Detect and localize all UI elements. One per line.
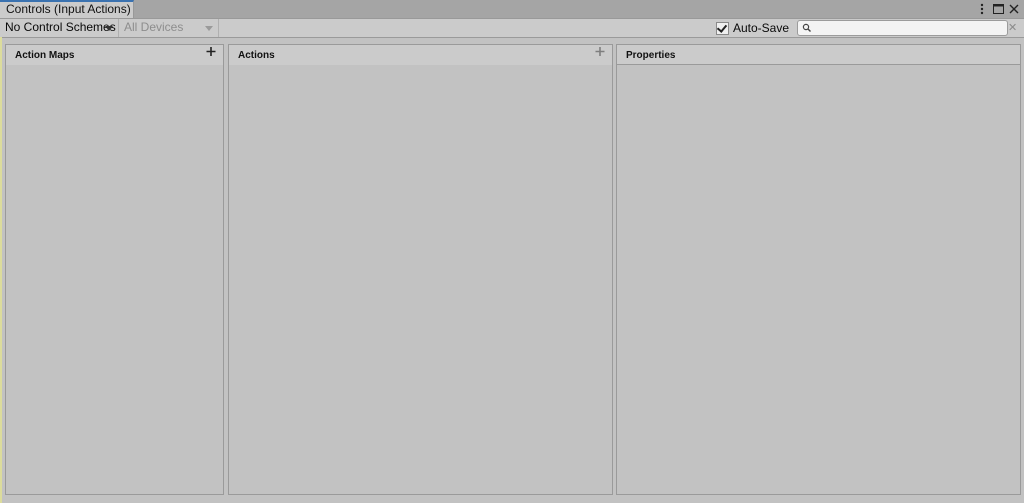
control-scheme-dropdown[interactable]: No Control Schemes <box>0 19 119 37</box>
add-action-map-icon[interactable] <box>205 45 217 59</box>
search-input[interactable] <box>814 21 1002 35</box>
close-icon[interactable] <box>1008 2 1020 16</box>
window-controls <box>976 1 1020 17</box>
chevron-down-icon <box>105 26 113 31</box>
autosave-checkbox[interactable] <box>716 21 729 35</box>
chevron-down-icon <box>205 26 213 31</box>
search-clear-icon[interactable]: ✕ <box>1008 21 1018 35</box>
autosave-toggle[interactable]: Auto-Save <box>716 20 789 36</box>
action-maps-panel: Action Maps <box>5 44 224 495</box>
properties-header: Properties <box>617 45 1020 65</box>
properties-title: Properties <box>626 50 676 61</box>
checkmark-icon <box>716 21 728 33</box>
maximize-icon[interactable] <box>992 2 1004 16</box>
actions-panel: Actions <box>228 44 613 495</box>
window-left-edge <box>0 37 2 503</box>
devices-dropdown[interactable]: All Devices <box>119 19 219 37</box>
actions-header: Actions <box>229 45 612 65</box>
autosave-label: Auto-Save <box>733 21 790 35</box>
action-maps-header: Action Maps <box>6 45 223 65</box>
add-action-icon[interactable] <box>594 45 606 59</box>
action-maps-title: Action Maps <box>15 50 75 61</box>
tab-controls-input-actions[interactable]: Controls (Input Actions) <box>0 0 134 18</box>
control-scheme-label: No Control Schemes <box>5 20 116 34</box>
search-icon <box>802 23 811 32</box>
devices-label: All Devices <box>124 20 184 34</box>
window-tab-bar: Controls (Input Actions) <box>0 0 1024 19</box>
actions-title: Actions <box>238 50 275 61</box>
toolbar: No Control Schemes All Devices Auto-Save… <box>0 19 1024 38</box>
more-options-icon[interactable] <box>976 2 988 16</box>
properties-panel: Properties <box>616 44 1021 495</box>
search-field[interactable] <box>797 20 1008 36</box>
